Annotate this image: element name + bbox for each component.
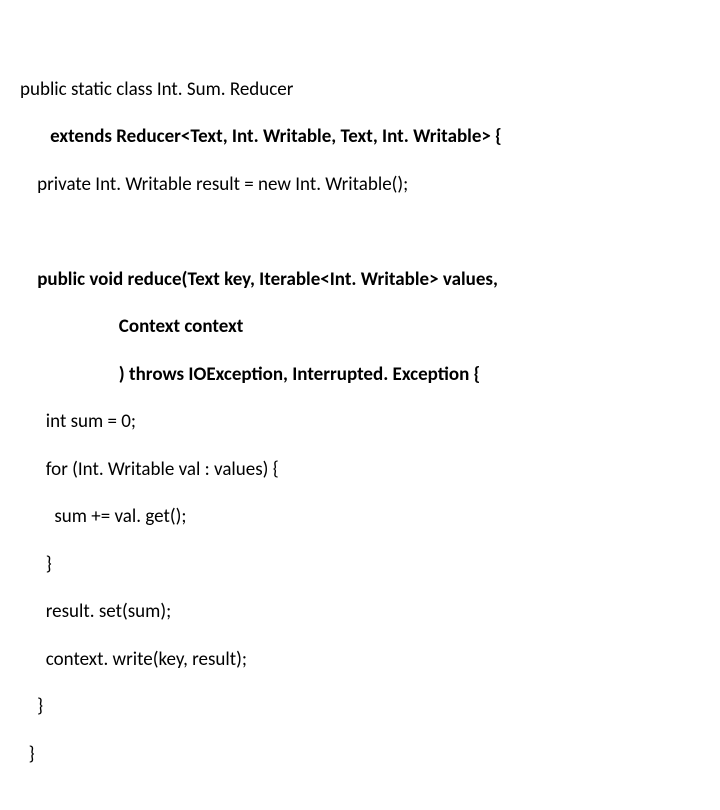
- code-line-4: [20, 220, 700, 244]
- text: int sum = 0;: [20, 410, 136, 433]
- indent: [20, 315, 119, 338]
- code-line-10: sum += val. get();: [20, 505, 700, 529]
- code-line-2: extends Reducer<Text, Int. Writable, Tex…: [20, 125, 700, 149]
- code-line-12: result. set(sum);: [20, 600, 700, 624]
- text: for (Int. Writable val : values) {: [20, 458, 279, 481]
- text-bold: Context context: [119, 315, 244, 338]
- text: context. write(key, result);: [20, 648, 247, 671]
- code-line-6: Context context: [20, 315, 700, 339]
- code-line-1: public static class Int. Sum. Reducer: [20, 78, 700, 102]
- text-bold: extends Reducer<Text, Int. Writable, Tex…: [50, 125, 502, 148]
- text: sum += val. get();: [20, 505, 186, 528]
- text-bold: ) throws IOException, Interrupted. Excep…: [119, 363, 480, 386]
- code-line-7: ) throws IOException, Interrupted. Excep…: [20, 363, 700, 387]
- code-line-14: }: [20, 695, 700, 719]
- text-bold: public void reduce(Text key, Iterable<In…: [37, 268, 498, 291]
- code-line-5: public void reduce(Text key, Iterable<In…: [20, 268, 700, 292]
- text: }: [20, 743, 35, 766]
- code-line-15: }: [20, 743, 700, 767]
- code-line-8: int sum = 0;: [20, 410, 700, 434]
- text: result. set(sum);: [20, 600, 171, 623]
- code-line-13: context. write(key, result);: [20, 648, 700, 672]
- text: }: [20, 553, 52, 576]
- text: public static class Int. Sum. Reducer: [20, 78, 293, 101]
- code-line-3: private Int. Writable result = new Int. …: [20, 173, 700, 197]
- code-slide: public static class Int. Sum. Reducer ex…: [0, 0, 720, 810]
- text: private Int. Writable result = new Int. …: [20, 173, 408, 196]
- code-line-9: for (Int. Writable val : values) {: [20, 458, 700, 482]
- indent: [20, 268, 37, 291]
- code-line-11: }: [20, 553, 700, 577]
- text: }: [20, 695, 43, 718]
- indent: [20, 363, 119, 386]
- indent: [20, 125, 50, 148]
